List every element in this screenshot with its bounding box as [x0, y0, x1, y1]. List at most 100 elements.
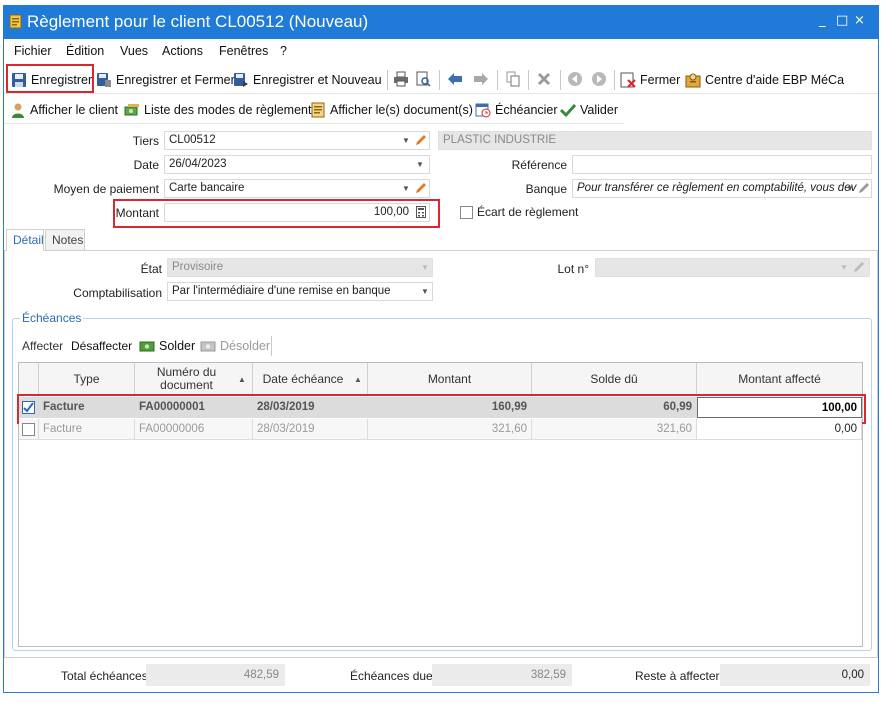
- previous-record-icon[interactable]: [567, 71, 583, 87]
- settle-button[interactable]: Solder: [139, 337, 195, 355]
- doc-number-header-label: Numéro du document: [156, 365, 217, 392]
- floppy-disk-icon: [12, 73, 26, 87]
- cell-amount: 321,60: [368, 419, 532, 440]
- bank-field[interactable]: Pour transférer ce règlement en comptabi…: [572, 179, 872, 198]
- save-button[interactable]: Enregistrer: [11, 71, 92, 89]
- settle-label: Solder: [159, 339, 196, 353]
- close-button[interactable]: Fermer: [620, 71, 680, 89]
- grid-header-due-date[interactable]: Date échéance: [253, 363, 368, 396]
- window-title: Règlement pour le client CL00512 (Nouvea…: [27, 12, 369, 31]
- reference-field[interactable]: [572, 155, 872, 174]
- sort-asc-icon: ▲: [354, 375, 362, 384]
- next-record-icon[interactable]: [591, 71, 607, 87]
- help-center-label: Centre d'aide EBP MéCa: [705, 73, 845, 87]
- bank-label: Banque: [525, 182, 567, 196]
- payment-method-dropdown-icon[interactable]: ▼: [402, 184, 410, 193]
- date-dropdown-icon[interactable]: ▼: [416, 160, 424, 169]
- payment-method-label: Moyen de paiement: [53, 182, 159, 196]
- tiers-edit-pencil-icon[interactable]: [415, 134, 427, 146]
- save-close-button[interactable]: Enregistrer et Fermer: [96, 71, 235, 89]
- calculator-icon[interactable]: [416, 206, 426, 218]
- tab-join: [7, 250, 43, 252]
- date-value: 26/04/2023: [169, 158, 227, 170]
- close-document-icon: [620, 72, 636, 88]
- accounting-field[interactable]: Par l'intermédiaire d'une remise en banq…: [167, 282, 433, 301]
- schedule-button[interactable]: Échéancier: [475, 101, 558, 119]
- tiers-dropdown-icon[interactable]: ▼: [402, 136, 410, 145]
- save-close-icon: [97, 73, 111, 87]
- bank-edit-pencil-icon[interactable]: [858, 182, 870, 194]
- reference-label: Référence: [511, 158, 567, 172]
- money-list-icon: [124, 104, 139, 116]
- minimize-button[interactable]: _: [819, 13, 826, 28]
- unassign-button[interactable]: Désaffecter: [71, 339, 132, 353]
- accounting-dropdown-icon[interactable]: ▼: [421, 287, 429, 296]
- tiers-name-value: PLASTIC INDUSTRIE: [443, 134, 557, 146]
- delete-icon[interactable]: [536, 71, 552, 87]
- tiers-field[interactable]: CL00512: [164, 131, 430, 150]
- document-icon: [311, 102, 325, 118]
- cell-type: Facture: [39, 419, 135, 440]
- amount-field[interactable]: 100,00: [164, 203, 430, 222]
- grid-header-assigned-amount[interactable]: Montant affecté: [697, 363, 862, 396]
- grid-header-balance-due[interactable]: Solde dû: [532, 363, 697, 396]
- menu-vues[interactable]: Vues: [120, 44, 148, 58]
- print-preview-icon[interactable]: [415, 71, 431, 87]
- redo-arrow-icon[interactable]: [473, 71, 489, 87]
- unsettle-button[interactable]: Désolder: [200, 337, 270, 355]
- payment-method-edit-pencil-icon[interactable]: [415, 182, 427, 194]
- show-client-button[interactable]: Afficher le client: [10, 101, 118, 119]
- grid-header-type[interactable]: Type: [39, 363, 135, 396]
- calendar-clock-icon: [475, 103, 491, 118]
- user-icon: [12, 103, 24, 118]
- payment-modes-label: Liste des modes de règlement: [144, 103, 312, 117]
- payment-gap-checkbox[interactable]: [460, 206, 473, 219]
- menu-help[interactable]: ?: [280, 44, 287, 58]
- save-new-button[interactable]: Enregistrer et Nouveau: [233, 71, 382, 89]
- grid-header-doc-number[interactable]: Numéro du document: [135, 363, 253, 396]
- cell-balance-due: 321,60: [532, 419, 697, 440]
- toolbar-separator: [439, 70, 440, 90]
- payment-method-field[interactable]: Carte bancaire: [164, 179, 430, 198]
- lot-dropdown-icon: ▼: [840, 263, 848, 272]
- grid-header-amount[interactable]: Montant: [368, 363, 532, 396]
- maximize-button[interactable]: □: [836, 13, 848, 28]
- undo-arrow-icon[interactable]: [447, 71, 463, 87]
- menu-actions[interactable]: Actions: [162, 44, 203, 58]
- rest-to-assign-value: 0,00: [720, 664, 870, 686]
- save-label: Enregistrer: [31, 73, 93, 87]
- date-field[interactable]: 26/04/2023: [164, 155, 430, 174]
- state-label: État: [140, 262, 162, 276]
- copy-icon[interactable]: [505, 71, 521, 87]
- bank-dropdown-icon[interactable]: ▼: [846, 184, 854, 193]
- settle-money-icon: [139, 341, 155, 352]
- save-new-label: Enregistrer et Nouveau: [253, 73, 382, 87]
- menu-fenetres[interactable]: Fenêtres: [219, 44, 268, 58]
- accounting-label: Comptabilisation: [73, 286, 162, 300]
- toolbar-separator: [560, 70, 561, 90]
- close-window-button[interactable]: ×: [854, 13, 865, 28]
- payment-modes-button[interactable]: Liste des modes de règlement: [124, 101, 311, 119]
- cell-assigned-amount[interactable]: 0,00: [697, 419, 862, 440]
- menu-edition[interactable]: Édition: [66, 44, 104, 58]
- validate-button[interactable]: Valider: [560, 101, 618, 119]
- row-checkbox[interactable]: [22, 422, 35, 436]
- save-close-label: Enregistrer et Fermer: [116, 73, 235, 87]
- total-echeances-value: 482,59: [146, 664, 285, 686]
- cell-doc-number: FA00000006: [135, 419, 253, 440]
- tiers-name-field: PLASTIC INDUSTRIE: [438, 131, 872, 150]
- help-center-icon: [685, 73, 701, 88]
- print-icon[interactable]: [393, 71, 409, 87]
- help-center-button[interactable]: Centre d'aide EBP MéCa: [685, 71, 844, 89]
- show-documents-button[interactable]: Afficher le(s) document(s): [310, 101, 473, 119]
- secondary-toolbar: Afficher le client Liste des modes de rè…: [4, 96, 624, 124]
- state-value: Provisoire: [172, 261, 224, 273]
- assign-button[interactable]: Affecter: [22, 339, 63, 353]
- row-select-cell[interactable]: [19, 419, 39, 440]
- toolbar-separator: [497, 70, 498, 90]
- tab-detail[interactable]: Détail: [6, 229, 44, 252]
- unsettle-icon: [200, 341, 216, 352]
- menu-fichier[interactable]: Fichier: [14, 44, 52, 58]
- lot-edit-pencil-icon: [854, 262, 864, 272]
- tab-notes[interactable]: Notes: [45, 229, 85, 251]
